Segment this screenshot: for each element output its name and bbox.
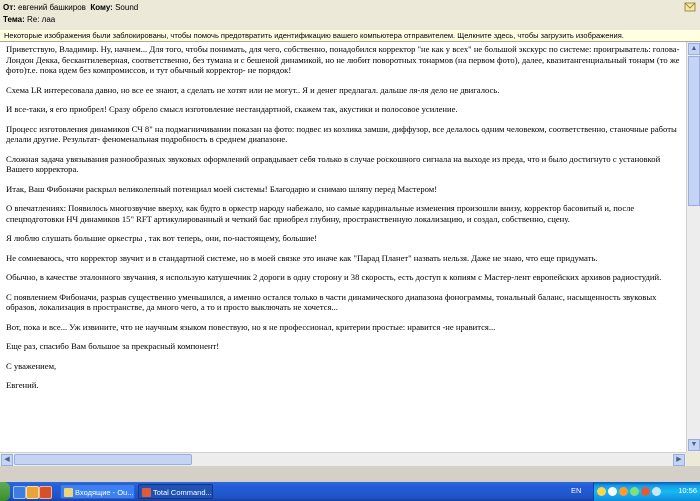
taskbar-button-label: Входящие - Ou... (75, 488, 134, 497)
message-body: Приветствую, Владимир. Ну, начнем... Для… (0, 42, 686, 452)
scroll-thumb[interactable] (688, 56, 700, 206)
outlook-icon (64, 488, 73, 497)
message-paragraph: Еще раз, спасибо Вам большое за прекрасн… (6, 341, 220, 351)
tray-icon[interactable] (619, 487, 628, 496)
message-paragraph: И все-таки, я его приобрел! Сразу обрело… (6, 104, 458, 114)
scroll-up-button[interactable]: ▲ (688, 43, 700, 55)
vertical-scrollbar[interactable]: ▲ ▼ (686, 42, 700, 452)
show-desktop-icon[interactable] (13, 486, 26, 499)
message-paragraph: Сложная задача увязывания разнообразных … (6, 153, 661, 175)
message-paragraph: Обычно, в качестве эталонного звучания, … (6, 272, 662, 282)
message-paragraph: Приветствую, Владимир. Ну, начнем... Для… (6, 44, 680, 75)
tray-icon[interactable] (597, 487, 606, 496)
message-text: Приветствую, Владимир. Ну, начнем... Для… (6, 44, 682, 400)
from-value[interactable]: евгений башкиров (18, 3, 86, 12)
scrollbar-corner (686, 452, 700, 466)
message-paragraph: С уважением, (6, 360, 57, 371)
message-icon (684, 2, 696, 12)
tray-icon[interactable] (641, 487, 650, 496)
volume-icon[interactable] (652, 487, 661, 496)
subject-row: Тема: Re: лаа (3, 15, 55, 25)
blocked-images-infobar[interactable]: Некоторые изображения были заблокированы… (0, 30, 700, 42)
message-paragraph: Вот, пока и все... Уж извините, что не н… (6, 321, 496, 332)
taskbar: Входящие - Ou... Total Command... EN 10:… (0, 482, 700, 501)
horizontal-scrollbar[interactable]: ◀ ▶ (0, 452, 686, 467)
taskbar-button-total-commander[interactable]: Total Command... (138, 484, 213, 499)
message-paragraph: Схема LR интересовала давно, но все ее з… (6, 84, 500, 95)
scroll-right-button[interactable]: ▶ (673, 454, 685, 466)
infobar-text[interactable]: Некоторые изображения были заблокированы… (0, 31, 624, 40)
message-paragraph: Процесс изготовления динамиков СЧ 8" на … (6, 123, 677, 145)
language-indicator[interactable]: EN (571, 486, 581, 495)
tray-icon[interactable] (630, 487, 639, 496)
subject-label: Тема: (3, 15, 25, 24)
browser-icon[interactable] (26, 486, 39, 499)
taskbar-button-label: Total Command... (153, 488, 212, 497)
message-paragraph: Я люблю слушать большие оркестры , так в… (6, 233, 318, 243)
to-value[interactable]: Sound (115, 3, 138, 12)
message-paragraph: Не сомневаюсь, что корректор звучит и в … (6, 252, 598, 263)
status-area (0, 466, 700, 482)
message-paragraph: Итак, Ваш Фибоначи раскрыл великолепный … (6, 183, 438, 194)
message-header: От: евгений башкиров Кому: Sound Тема: R… (0, 0, 700, 31)
message-paragraph: О впечатлениях: Появилось многозвучие вв… (6, 203, 635, 224)
message-paragraph: Евгений. (6, 380, 39, 390)
from-label: От: (3, 3, 16, 12)
message-paragraph: С появлением Фибоначи, разрыв существенн… (6, 291, 657, 313)
total-commander-icon (142, 488, 151, 497)
horizontal-scroll-thumb[interactable] (14, 454, 192, 465)
to-label: Кому: (90, 3, 113, 12)
media-icon[interactable] (39, 486, 52, 499)
tray-icon[interactable] (608, 487, 617, 496)
start-button[interactable] (0, 482, 10, 501)
from-row: От: евгений башкиров Кому: Sound (3, 3, 138, 13)
taskbar-button-inbox[interactable]: Входящие - Ou... (60, 484, 135, 499)
subject-value: Re: лаа (27, 15, 56, 24)
system-tray: 10:56 (593, 482, 700, 501)
scroll-down-button[interactable]: ▼ (688, 439, 700, 451)
clock[interactable]: 10:56 (678, 486, 697, 495)
scroll-left-button[interactable]: ◀ (1, 454, 13, 466)
